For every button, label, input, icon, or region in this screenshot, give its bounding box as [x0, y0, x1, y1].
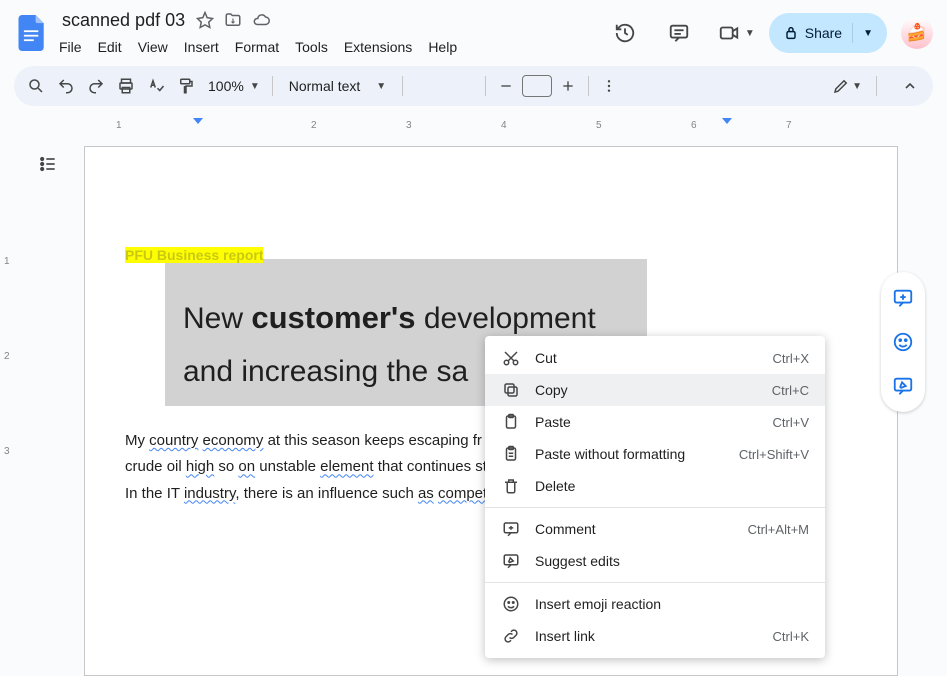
menu-extensions[interactable]: Extensions [337, 35, 419, 59]
menu-tools[interactable]: Tools [288, 35, 335, 59]
app-header: scanned pdf 03 File Edit View Insert For… [0, 0, 947, 60]
meet-icon[interactable] [713, 13, 745, 53]
cut-icon [501, 349, 521, 367]
ctx-cut[interactable]: Cut Ctrl+X [485, 342, 825, 374]
toolbar: 100% ▼ Normal text ▼ ▼ [14, 66, 933, 106]
search-icon[interactable] [22, 72, 50, 100]
docs-logo-icon[interactable] [14, 15, 50, 51]
separator [272, 76, 273, 96]
delete-icon [501, 477, 521, 495]
horizontal-ruler: 1 2 3 4 5 6 7 [36, 120, 947, 136]
ctx-link[interactable]: Insert link Ctrl+K [485, 620, 825, 652]
menubar: File Edit View Insert Format Tools Exten… [52, 35, 605, 59]
zoom-value: 100% [208, 78, 244, 94]
separator [588, 76, 589, 96]
print-icon[interactable] [112, 72, 140, 100]
move-icon[interactable] [223, 10, 243, 30]
star-icon[interactable] [195, 10, 215, 30]
undo-icon[interactable] [52, 72, 80, 100]
separator [876, 76, 877, 96]
style-name: Normal text [289, 78, 361, 94]
indent-marker-icon[interactable] [192, 117, 204, 125]
spellcheck-icon[interactable] [142, 72, 170, 100]
ctx-emoji[interactable]: Insert emoji reaction [485, 588, 825, 620]
add-comment-icon[interactable] [885, 280, 921, 316]
collapse-toolbar-icon[interactable] [895, 71, 925, 101]
paste-icon [501, 413, 521, 431]
share-label: Share [805, 25, 842, 41]
increase-font-icon[interactable] [554, 72, 582, 100]
document-title[interactable]: scanned pdf 03 [56, 8, 191, 33]
history-icon[interactable] [605, 13, 645, 53]
paste-plain-icon [501, 445, 521, 463]
ctx-comment[interactable]: Comment Ctrl+Alt+M [485, 513, 825, 545]
ctx-paste[interactable]: Paste Ctrl+V [485, 406, 825, 438]
redo-icon[interactable] [82, 72, 110, 100]
share-button[interactable]: Share ▼ [769, 13, 887, 53]
editing-mode-button[interactable]: ▼ [826, 77, 868, 95]
side-action-panel [881, 272, 925, 412]
menu-format[interactable]: Format [228, 35, 286, 59]
caret-down-icon: ▼ [376, 81, 386, 92]
ctx-suggest[interactable]: Suggest edits [485, 545, 825, 577]
account-avatar[interactable] [901, 17, 933, 49]
report-title-highlight[interactable]: PFU Business report [125, 247, 263, 263]
ctx-separator [485, 582, 825, 583]
decrease-font-icon[interactable] [492, 72, 520, 100]
separator [402, 76, 403, 96]
suggest-edits-icon[interactable] [885, 368, 921, 404]
caret-down-icon: ▼ [852, 81, 862, 92]
share-caret-icon[interactable]: ▼ [852, 23, 877, 43]
comment-icon [501, 520, 521, 538]
vertical-ruler: 1 2 3 [2, 136, 18, 670]
menu-edit[interactable]: Edit [91, 35, 129, 59]
ctx-paste-plain[interactable]: Paste without formatting Ctrl+Shift+V [485, 438, 825, 470]
ctx-delete[interactable]: Delete [485, 470, 825, 502]
more-icon[interactable] [595, 72, 623, 100]
caret-down-icon: ▼ [250, 81, 260, 92]
menu-insert[interactable]: Insert [177, 35, 226, 59]
separator [485, 76, 486, 96]
ctx-separator [485, 507, 825, 508]
link-icon [501, 627, 521, 645]
menu-help[interactable]: Help [421, 35, 464, 59]
emoji-icon [501, 595, 521, 613]
font-size-input[interactable] [522, 75, 552, 97]
suggest-icon [501, 552, 521, 570]
comments-icon[interactable] [659, 13, 699, 53]
meet-caret-icon[interactable]: ▼ [745, 28, 755, 39]
zoom-dropdown[interactable]: 100% ▼ [202, 78, 266, 94]
context-menu: Cut Ctrl+X Copy Ctrl+C Paste Ctrl+V Past… [485, 336, 825, 658]
cloud-status-icon[interactable] [251, 10, 271, 30]
paint-format-icon[interactable] [172, 72, 200, 100]
outline-toggle-icon[interactable] [30, 146, 66, 182]
menu-view[interactable]: View [131, 35, 175, 59]
indent-marker-icon[interactable] [721, 117, 733, 125]
styles-dropdown[interactable]: Normal text ▼ [279, 78, 396, 94]
ctx-copy[interactable]: Copy Ctrl+C [485, 374, 825, 406]
menu-file[interactable]: File [52, 35, 89, 59]
emoji-reaction-icon[interactable] [885, 324, 921, 360]
copy-icon [501, 381, 521, 399]
